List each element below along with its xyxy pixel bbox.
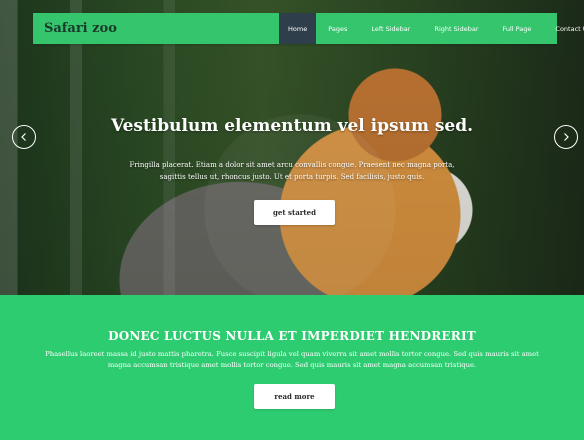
site-logo[interactable]: Safari zoo bbox=[44, 21, 117, 36]
hero-slider: Safari zoo Home Pages Left Sidebar Right… bbox=[0, 0, 584, 295]
hero-title: Vestibulum elementum vel ipsum sed. bbox=[110, 116, 474, 136]
nav-item-full-page[interactable]: Full Page bbox=[491, 13, 544, 44]
section-description: Phasellus laoreet massa id justo mattis … bbox=[45, 350, 539, 369]
nav-item-contact-us[interactable]: Contact Us bbox=[543, 13, 584, 44]
nav-item-home[interactable]: Home bbox=[279, 13, 317, 44]
read-more-button[interactable]: read more bbox=[254, 384, 335, 409]
top-navigation-bar: Safari zoo Home Pages Left Sidebar Right… bbox=[33, 13, 584, 44]
get-started-button[interactable]: get started bbox=[254, 200, 335, 225]
main-nav: Home Pages Left Sidebar Right Sidebar Fu… bbox=[279, 13, 584, 44]
nav-item-right-sidebar[interactable]: Right Sidebar bbox=[422, 13, 490, 44]
hero-description: Fringilla placerat. Etiam a dolor sit am… bbox=[129, 161, 455, 181]
section-title: DONEC LUCTUS NULLA ET IMPERDIET HENDRERI… bbox=[108, 329, 476, 343]
nav-item-left-sidebar[interactable]: Left Sidebar bbox=[359, 13, 422, 44]
nav-item-pages[interactable]: Pages bbox=[316, 13, 359, 44]
